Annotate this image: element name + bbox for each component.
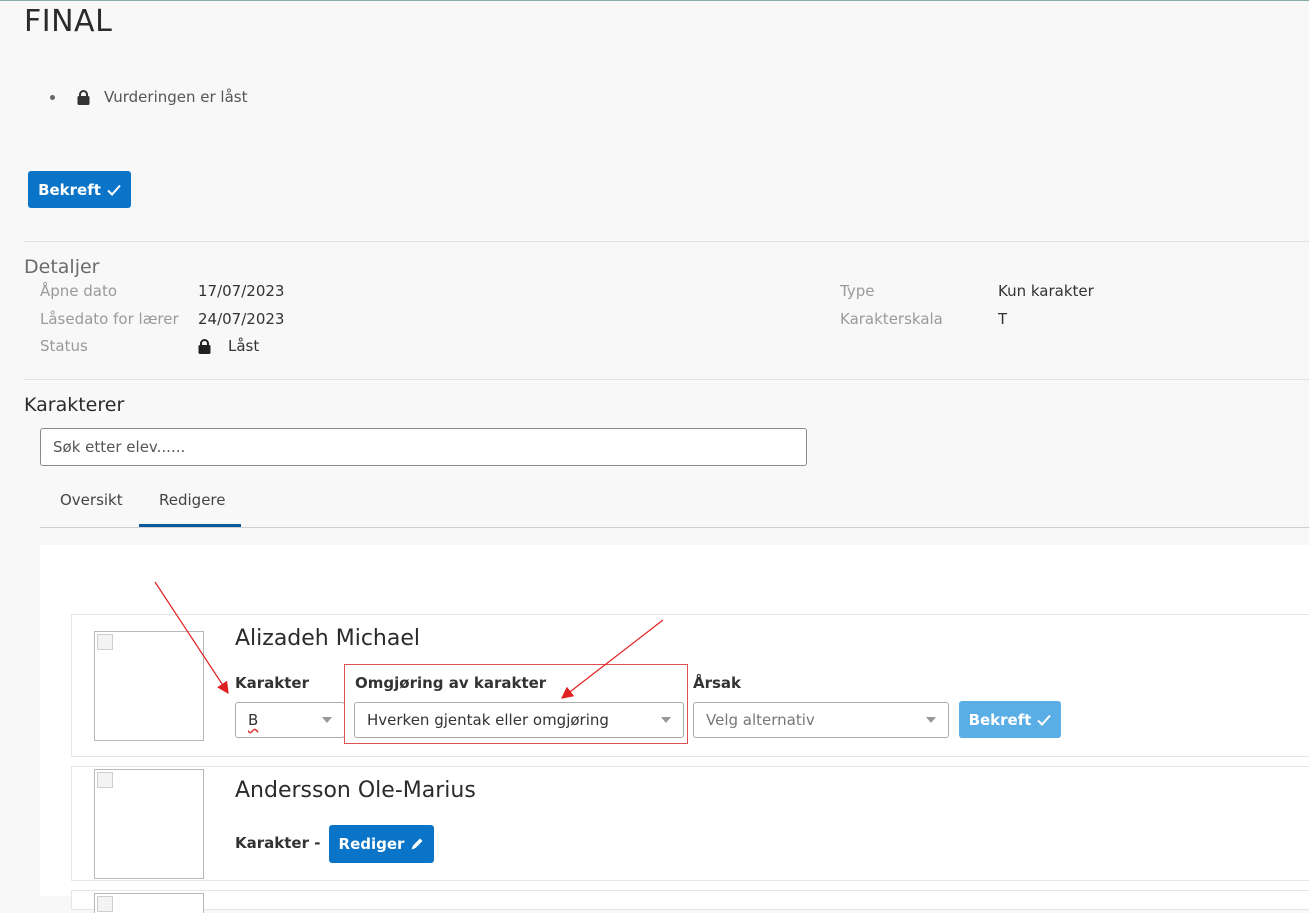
reason-select-placeholder: Velg alternativ <box>706 711 815 729</box>
student-card <box>71 890 1309 910</box>
grade-text: Karakter - <box>235 834 321 852</box>
reason-label: Årsak <box>693 674 742 692</box>
student-name: Alizadeh Michael <box>235 626 421 651</box>
detail-row-grade-scale: Karakterskala <box>840 310 943 328</box>
divider <box>24 241 1309 242</box>
grade-select-value: B <box>248 711 259 729</box>
detail-row-lock-date: Låsedato for lærer <box>40 310 179 328</box>
detail-row-type: Type <box>840 282 875 300</box>
detail-label: Åpne dato <box>40 282 118 300</box>
status-lock-icon <box>198 338 211 354</box>
detail-value-status: Låst <box>198 337 259 355</box>
detail-label: Låsedato for lærer <box>40 310 179 328</box>
detail-value-type: Kun karakter <box>998 282 1094 300</box>
chevron-down-icon <box>926 717 936 723</box>
detail-value-lock-date: 24/07/2023 <box>198 310 285 328</box>
student-photo <box>94 631 204 741</box>
tab-overview[interactable]: Oversikt <box>60 491 123 509</box>
student-confirm-label: Bekreft <box>968 710 1032 729</box>
reason-select[interactable]: Velg alternativ <box>693 702 949 738</box>
grade-select[interactable]: B <box>235 702 345 738</box>
list-bullet <box>50 94 55 100</box>
lock-status-item: Vurderingen er låst <box>50 88 248 106</box>
student-photo <box>94 769 204 879</box>
student-confirm-button[interactable]: Bekreft <box>959 701 1061 738</box>
pencil-icon <box>411 838 423 850</box>
grades-title: Karakterer <box>24 394 125 416</box>
top-border <box>0 0 1309 1</box>
annotation-highlight-box <box>344 664 688 744</box>
confirm-button-label: Bekreft <box>38 180 101 199</box>
lock-icon <box>77 89 90 105</box>
detail-label: Status <box>40 337 88 355</box>
confirm-button[interactable]: Bekreft <box>28 171 131 208</box>
divider <box>24 379 1309 380</box>
chevron-down-icon <box>322 717 332 723</box>
student-name: Andersson Ole-Marius <box>235 778 476 803</box>
details-title: Detaljer <box>24 256 100 278</box>
edit-button[interactable]: Rediger <box>329 825 434 863</box>
student-search-input[interactable] <box>40 428 807 466</box>
check-icon <box>1037 714 1052 726</box>
detail-value-open-date: 17/07/2023 <box>198 282 285 300</box>
edit-button-label: Rediger <box>338 835 405 853</box>
detail-value-grade-scale: T <box>998 310 1008 328</box>
detail-row-status: Status <box>40 337 88 355</box>
check-icon <box>107 184 121 196</box>
student-photo <box>94 893 204 913</box>
lock-status-text: Vurderingen er låst <box>104 88 248 106</box>
tabs-divider <box>40 527 1309 528</box>
detail-row-open-date: Åpne dato <box>40 282 117 300</box>
grade-label: Karakter <box>235 674 309 692</box>
active-tab-indicator <box>139 524 241 527</box>
page-title: FINAL <box>24 4 113 39</box>
tab-edit[interactable]: Redigere <box>159 491 225 509</box>
